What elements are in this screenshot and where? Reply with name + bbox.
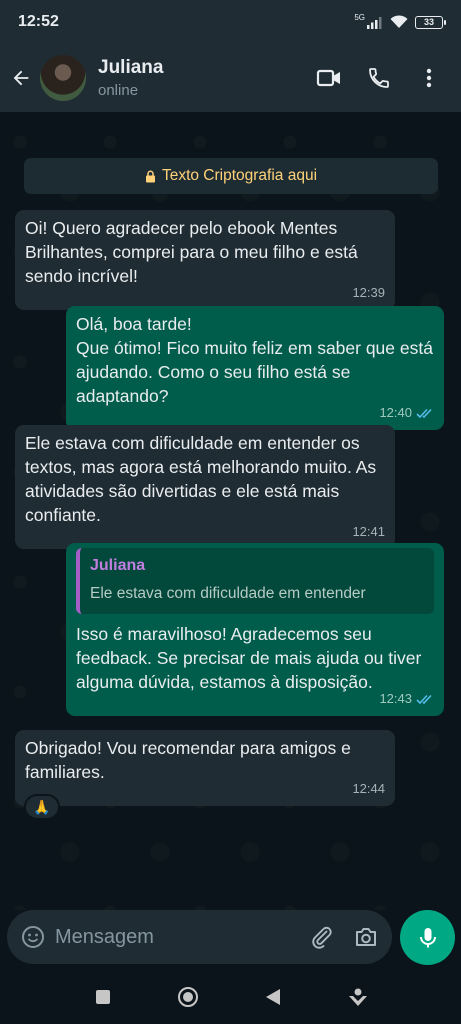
recent-apps-button[interactable] — [83, 977, 123, 1017]
voice-message-button[interactable] — [400, 910, 455, 965]
back-nav-button[interactable] — [253, 977, 293, 1017]
message-time: 12:44 — [352, 781, 385, 796]
signal-icon — [367, 16, 382, 29]
message-time: 12:40 — [379, 405, 412, 420]
contact-avatar[interactable] — [40, 55, 86, 101]
lock-icon — [145, 170, 155, 182]
message-meta: 12:43 — [379, 687, 434, 711]
more-options-button[interactable] — [415, 64, 443, 92]
arrow-left-icon — [13, 70, 29, 86]
message-incoming[interactable]: Ele estava com dificuldade em entender o… — [15, 425, 395, 549]
quoted-message[interactable]: Juliana Ele estava com dificuldade em en… — [76, 548, 434, 614]
message-time: 12:43 — [379, 691, 412, 706]
message-time: 12:41 — [352, 524, 385, 539]
message-placeholder: Mensagem — [55, 925, 154, 948]
status-time: 12:52 — [18, 13, 59, 30]
message-text: Oi! Quero agradecer pelo ebook Mentes Br… — [25, 218, 358, 286]
encryption-notice[interactable]: Texto Criptografia aqui — [24, 158, 438, 194]
voice-call-button[interactable] — [365, 64, 393, 92]
encryption-text: Texto Criptografia aqui — [161, 167, 318, 184]
contact-name: Juliana — [98, 57, 164, 78]
header-actions — [315, 64, 443, 92]
phone-icon — [369, 68, 389, 88]
message-reaction[interactable]: 🙏 — [24, 794, 60, 820]
status-bar: 12:52 5G 33 — [0, 0, 461, 44]
assistant-button[interactable] — [338, 977, 378, 1017]
message-meta: 12:41 — [352, 520, 385, 544]
system-nav-bar — [0, 970, 461, 1024]
message-outgoing[interactable]: Olá, boa tarde! Que ótimo! Fico muito fe… — [66, 306, 444, 430]
more-vertical-icon — [426, 68, 432, 88]
triangle-back-icon — [266, 989, 281, 1005]
message-time: 12:39 — [352, 285, 385, 300]
status-icons: 5G 33 — [354, 12, 446, 29]
home-button[interactable] — [168, 977, 208, 1017]
composer-actions — [310, 925, 378, 949]
emoji-icon[interactable] — [21, 925, 45, 949]
message-meta: 12:40 — [379, 401, 434, 425]
quoted-text: Ele estava com dificuldade em entender — [90, 585, 366, 602]
paperclip-icon[interactable] — [310, 925, 334, 949]
assistant-icon — [349, 988, 368, 1006]
contact-info[interactable]: Juliana online — [98, 57, 315, 99]
video-call-button[interactable] — [315, 64, 343, 92]
battery-icon: 33 — [415, 15, 446, 29]
double-check-icon — [416, 694, 432, 704]
double-check-icon — [416, 408, 432, 418]
video-camera-icon — [316, 69, 340, 87]
composer-bar: Mensagem — [0, 910, 461, 968]
wifi-icon — [390, 15, 408, 28]
contact-status: online — [98, 82, 139, 99]
message-meta: 12:44 — [352, 777, 385, 801]
network-type: 5G — [354, 12, 365, 22]
microphone-icon — [419, 927, 436, 947]
message-meta: 12:39 — [352, 281, 385, 305]
message-incoming[interactable]: Obrigado! Vou recomendar para amigos e f… — [15, 730, 395, 806]
message-text: Olá, boa tarde! Que ótimo! Fico muito fe… — [76, 314, 433, 406]
chat-header: Juliana online — [0, 44, 461, 112]
message-outgoing[interactable]: Juliana Ele estava com dificuldade em en… — [66, 543, 444, 716]
back-button[interactable] — [2, 54, 40, 102]
message-input[interactable]: Mensagem — [7, 910, 392, 964]
camera-icon[interactable] — [354, 926, 378, 948]
quoted-author: Juliana — [90, 557, 146, 574]
message-text: Isso é maravilhoso! Agradecemos seu feed… — [76, 624, 422, 692]
chat-area[interactable]: Texto Criptografia aqui Oi! Quero agrade… — [0, 112, 461, 910]
message-text: Ele estava com dificuldade em entender o… — [25, 433, 377, 525]
square-icon — [95, 990, 110, 1004]
home-circle-icon — [177, 987, 198, 1007]
message-incoming[interactable]: Oi! Quero agradecer pelo ebook Mentes Br… — [15, 210, 395, 310]
message-text: Obrigado! Vou recomendar para amigos e f… — [25, 738, 351, 782]
